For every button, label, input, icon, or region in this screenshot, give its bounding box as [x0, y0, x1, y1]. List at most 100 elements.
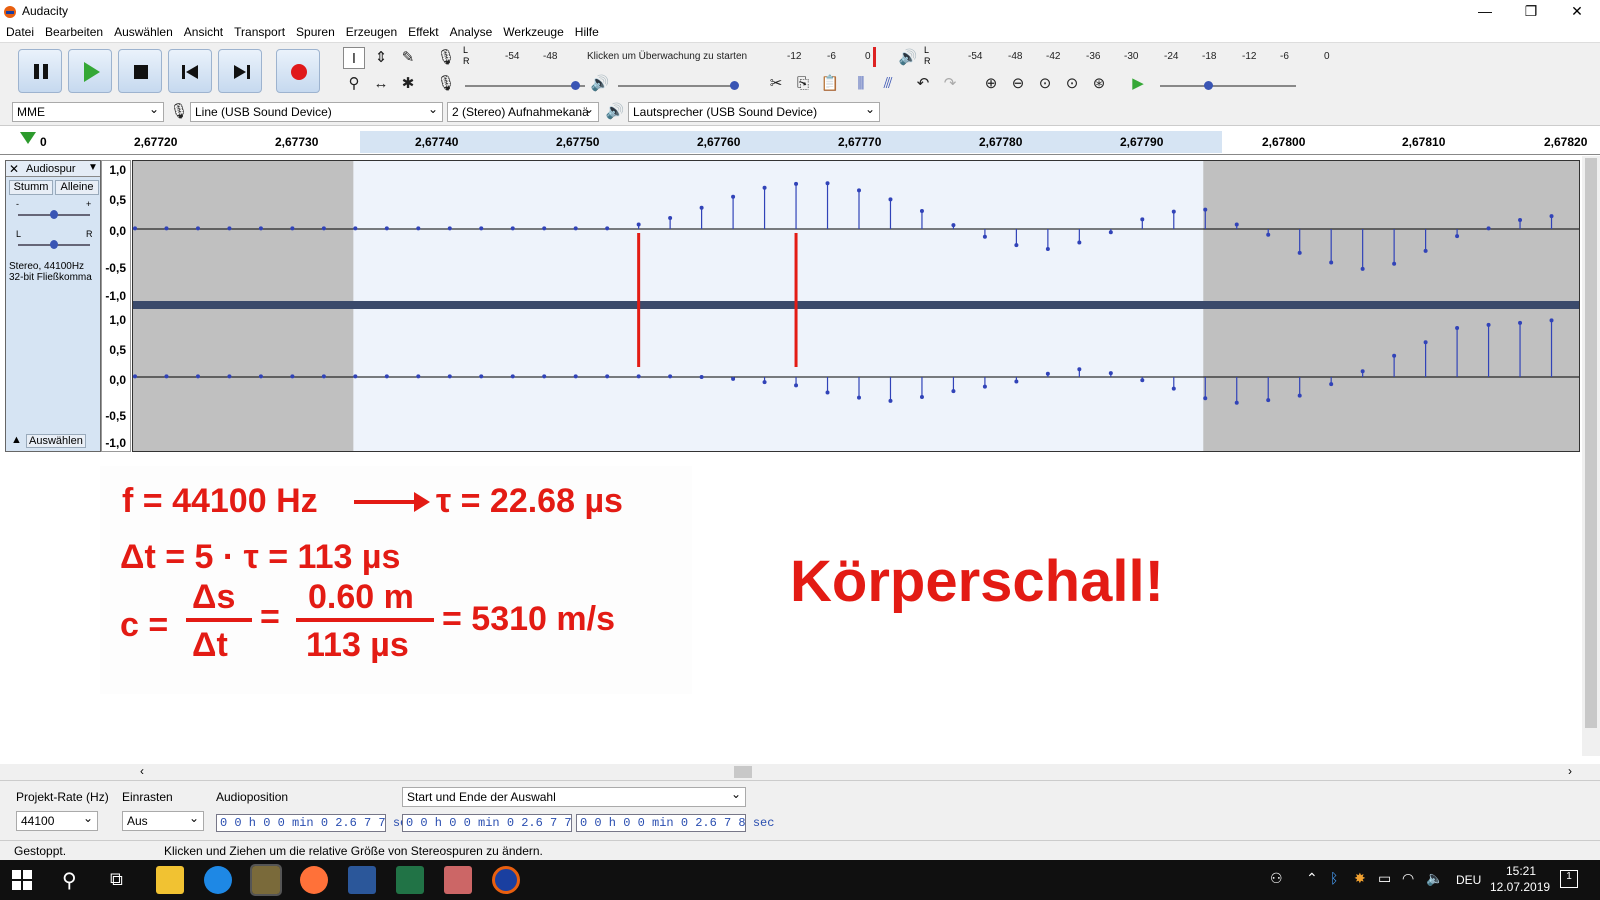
sample-point: [1234, 400, 1239, 405]
timeshift-tool-icon[interactable]: ↔: [370, 73, 392, 95]
menu-effekt[interactable]: Effekt: [402, 22, 443, 39]
play-speed-slider[interactable]: [1160, 81, 1296, 90]
scroll-right-icon[interactable]: ›: [1568, 764, 1572, 778]
close-icon[interactable]: ✕: [1554, 0, 1600, 22]
minimize-icon[interactable]: —: [1462, 0, 1508, 22]
app-icon[interactable]: [250, 864, 282, 896]
selection-end-field[interactable]: 0 0 h 0 0 min 0 2.6 7 8 sec: [576, 814, 774, 832]
firefox-icon[interactable]: [300, 866, 328, 894]
restore-icon[interactable]: ❐: [1508, 0, 1554, 22]
paste-icon[interactable]: 📋: [819, 73, 841, 95]
playback-meter[interactable]: -54 -48 -42 -36 -30 -24 -18 -12 -6 0: [938, 51, 1338, 65]
record-meter[interactable]: -54 -48 Klicken um Überwachung zu starte…: [475, 47, 876, 67]
close-track-icon[interactable]: ✕: [9, 162, 19, 176]
solo-button[interactable]: Alleine: [55, 180, 99, 195]
menu-spuren[interactable]: Spuren: [290, 22, 340, 39]
vertical-scale[interactable]: 1,0 0,5 0,0 -0,5 -1,0 1,0 0,5 0,0 -0,5 -…: [101, 160, 131, 452]
play-button[interactable]: [68, 49, 112, 93]
menu-bearbeiten[interactable]: Bearbeiten: [39, 22, 108, 39]
silence-icon[interactable]: ⫻: [877, 73, 899, 95]
selection-tool-icon[interactable]: I: [343, 47, 365, 69]
selection-mode-select[interactable]: Start und Ende der Auswahl: [402, 787, 746, 807]
zoom-out-icon[interactable]: ⊖: [1007, 73, 1029, 95]
cut-icon[interactable]: ✂: [765, 73, 787, 95]
multi-tool-icon[interactable]: ✱: [397, 73, 419, 95]
undo-icon[interactable]: ↶: [912, 73, 934, 95]
edge-browser-icon[interactable]: [204, 866, 232, 894]
input-volume-slider[interactable]: [465, 81, 585, 90]
word-icon[interactable]: [348, 866, 376, 894]
envelope-tool-icon[interactable]: ⇕: [370, 47, 392, 69]
battery-icon[interactable]: ▭: [1378, 870, 1391, 887]
pause-button[interactable]: [18, 49, 62, 93]
menu-transport[interactable]: Transport: [228, 22, 290, 39]
skip-start-button[interactable]: [168, 49, 212, 93]
menu-auswaehlen[interactable]: Auswählen: [108, 22, 178, 39]
zoom-toggle-icon[interactable]: ⊛: [1088, 73, 1110, 95]
snap-select[interactable]: Aus: [122, 811, 204, 831]
menu-werkzeuge[interactable]: Werkzeuge: [497, 22, 568, 39]
paint-icon[interactable]: [444, 866, 472, 894]
skip-end-button[interactable]: [218, 49, 262, 93]
output-volume-slider[interactable]: [618, 81, 739, 90]
zoom-in-icon[interactable]: ⊕: [980, 73, 1002, 95]
language-indicator[interactable]: DEU: [1456, 873, 1481, 887]
menu-erzeugen[interactable]: Erzeugen: [340, 22, 402, 39]
bluetooth-icon[interactable]: ᛒ: [1330, 870, 1338, 886]
volume-icon[interactable]: 🔈: [1426, 870, 1443, 887]
speaker-meter-icon[interactable]: 🔊: [897, 47, 919, 69]
selection-start-field[interactable]: 0 0 h 0 0 min 0 2.6 7 7 sec: [402, 814, 600, 832]
scroll-thumb[interactable]: [734, 766, 752, 778]
play-head-icon[interactable]: [20, 132, 36, 144]
sample-point: [542, 226, 547, 231]
mic-meter-icon[interactable]: 🎙: [435, 47, 457, 69]
scroll-left-icon[interactable]: ‹: [140, 764, 144, 778]
select-track-button[interactable]: Auswählen: [26, 434, 86, 448]
menu-ansicht[interactable]: Ansicht: [178, 22, 228, 39]
clock-time[interactable]: 15:21: [1506, 864, 1536, 878]
search-icon[interactable]: ⚲: [62, 868, 77, 893]
ruler-selection: [360, 131, 1222, 153]
menu-datei[interactable]: Datei: [0, 22, 39, 39]
record-button[interactable]: [276, 49, 320, 93]
timeline-ruler[interactable]: 0 2,67720 2,67730 2,67740 2,67750 2,6776…: [0, 127, 1600, 155]
trim-icon[interactable]: ⫼: [850, 73, 872, 95]
collapse-arrow-icon[interactable]: ▲: [11, 434, 22, 446]
stop-button[interactable]: [118, 49, 162, 93]
input-device-select[interactable]: Line (USB Sound Device): [190, 102, 443, 122]
clock-date[interactable]: 12.07.2019: [1490, 880, 1550, 894]
menu-hilfe[interactable]: Hilfe: [569, 22, 604, 39]
mute-button[interactable]: Stumm: [9, 180, 53, 195]
vertical-scrollbar[interactable]: [1582, 156, 1600, 756]
menu-analyse[interactable]: Analyse: [444, 22, 498, 39]
wifi-icon[interactable]: ◠: [1402, 870, 1414, 887]
copy-icon[interactable]: ⎘: [792, 73, 814, 95]
zoom-tool-icon[interactable]: ⚲: [343, 73, 365, 95]
channels-select[interactable]: 2 (Stereo) Aufnahmekanä: [447, 102, 599, 122]
scale-label: 0,5: [109, 343, 126, 357]
people-icon[interactable]: ⚇: [1270, 870, 1283, 887]
redo-icon[interactable]: ↷: [939, 73, 961, 95]
fit-project-icon[interactable]: ⊙: [1061, 73, 1083, 95]
gain-slider[interactable]: [18, 210, 90, 219]
track-name[interactable]: Audiospur: [26, 163, 76, 175]
track-menu-arrow-icon[interactable]: ▼: [88, 162, 98, 173]
waveform-display[interactable]: [132, 160, 1580, 452]
host-select[interactable]: MME: [12, 102, 164, 122]
audio-position-field[interactable]: 0 0 h 0 0 min 0 2.6 7 7 sec: [216, 814, 414, 832]
project-rate-select[interactable]: 44100: [16, 811, 98, 831]
windows-start-icon[interactable]: [12, 870, 32, 890]
play-at-speed-icon[interactable]: ▶: [1127, 73, 1149, 95]
output-device-select[interactable]: Lautsprecher (USB Sound Device): [628, 102, 880, 122]
fit-selection-icon[interactable]: ⊙: [1034, 73, 1056, 95]
task-view-icon[interactable]: ⧉: [110, 869, 123, 890]
draw-tool-icon[interactable]: ✎: [397, 47, 419, 69]
horizontal-scrollbar[interactable]: ‹ ›: [0, 764, 1600, 780]
chevron-up-icon[interactable]: ⌃: [1306, 870, 1318, 887]
file-explorer-icon[interactable]: [156, 866, 184, 894]
notification-icon[interactable]: 1: [1560, 870, 1578, 888]
audacity-taskbar-icon[interactable]: [492, 866, 520, 894]
pan-slider[interactable]: [18, 240, 90, 249]
excel-icon[interactable]: [396, 866, 424, 894]
tray-app-icon[interactable]: ✸: [1354, 870, 1366, 887]
